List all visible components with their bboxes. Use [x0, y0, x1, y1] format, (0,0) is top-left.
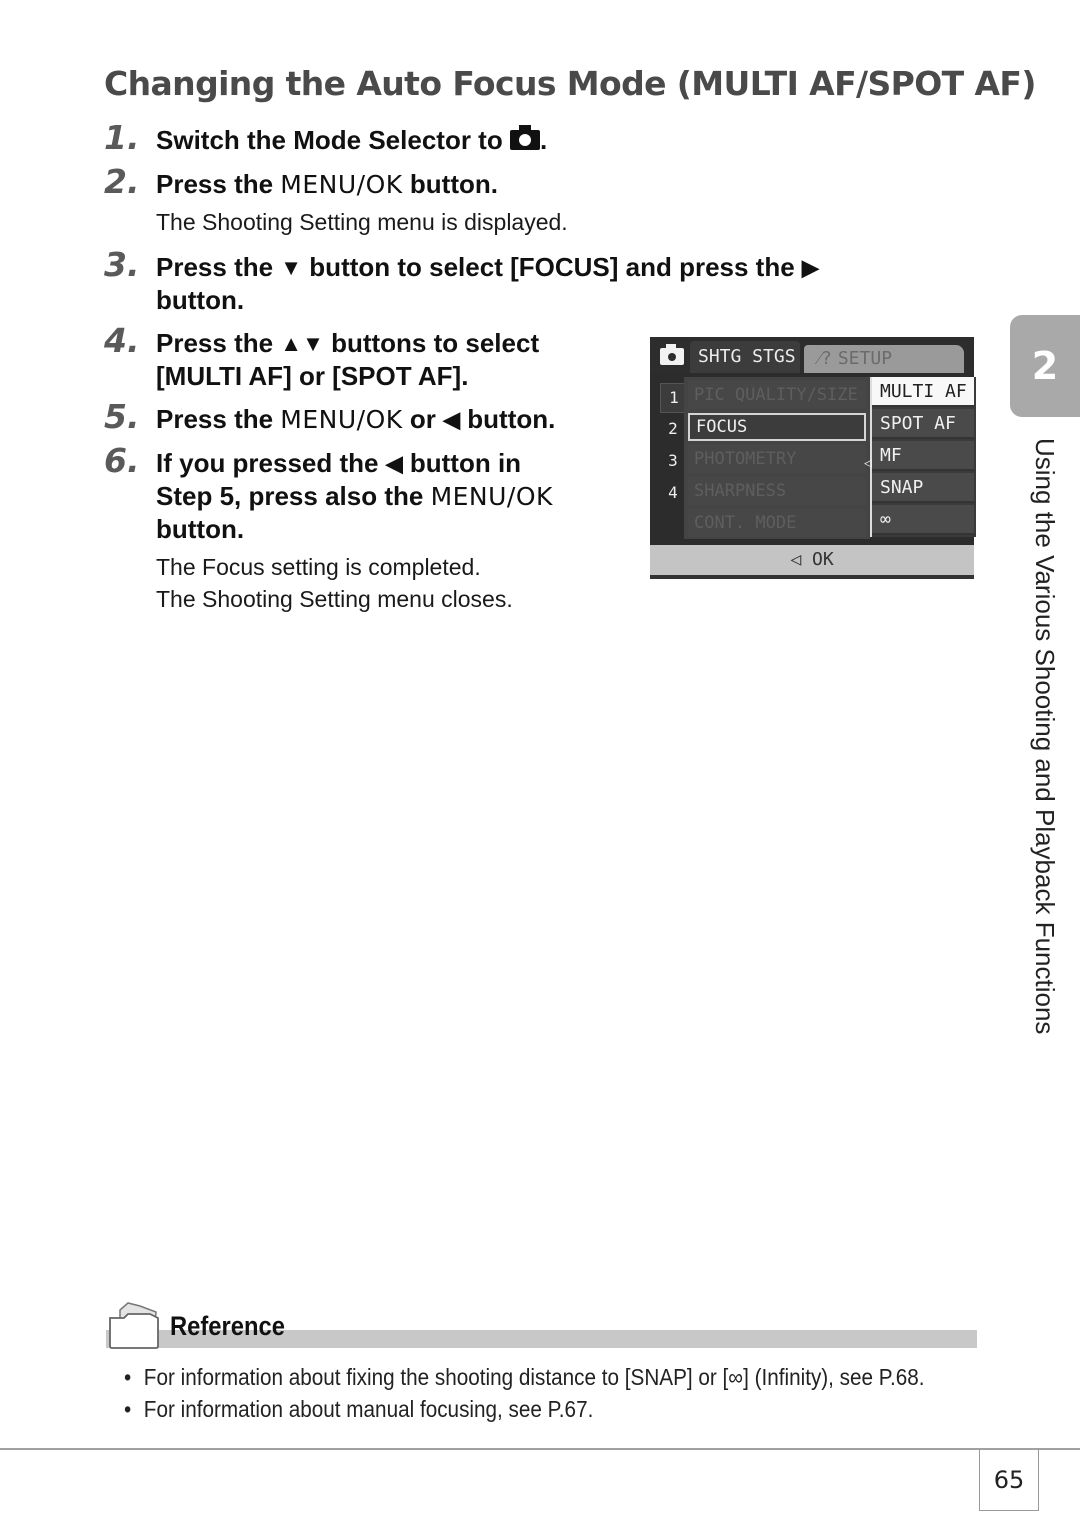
menu-page-number: 3	[668, 451, 678, 470]
option: SNAP	[872, 473, 974, 503]
step-number: 2.	[104, 162, 140, 201]
step-number: 5.	[104, 397, 140, 436]
page-title: Changing the Auto Focus Mode (MULTI AF/S…	[104, 64, 1036, 103]
left-arrow-icon: ◀	[443, 407, 461, 432]
camera-icon	[660, 344, 684, 365]
folder-icon	[109, 1302, 159, 1349]
step-6-note: The Focus setting is completed.	[156, 554, 481, 580]
menu-item: CONT. MODE	[688, 509, 866, 537]
left-arrow-icon: ◀	[385, 451, 403, 476]
down-arrow-icon: ▼	[280, 255, 303, 280]
option: ∞	[872, 505, 974, 535]
tab-shooting-settings: SHTG STGS	[690, 341, 800, 373]
menu-item-selected: FOCUS	[688, 413, 866, 441]
option: SPOT AF	[872, 409, 974, 439]
step-number: 6.	[104, 441, 140, 480]
step-number: 3.	[104, 245, 140, 284]
menu-item: PHOTOMETRY	[688, 445, 866, 473]
menu-item: SHARPNESS	[688, 477, 866, 505]
reference-item: • For information about manual focusing, …	[124, 1396, 594, 1422]
wrench-icon: ⁄?	[818, 348, 832, 369]
page-number: 65	[979, 1449, 1039, 1511]
menu-page-number: 1	[660, 383, 687, 413]
step-number: 4.	[104, 321, 140, 360]
menu-ok-key: MENU/OK	[280, 170, 403, 199]
step-2-note: The Shooting Setting menu is displayed.	[156, 209, 568, 235]
step-6-note: The Shooting Setting menu closes.	[156, 586, 513, 612]
reference-item: • For information about fixing the shooti…	[124, 1364, 925, 1390]
step-text: Switch the Mode Selector to	[156, 125, 510, 155]
menu-item: PIC QUALITY/SIZE	[688, 381, 866, 409]
menu-ok-key: MENU/OK	[430, 482, 553, 511]
step-number: 1.	[104, 118, 140, 157]
footer-divider	[0, 1448, 1080, 1450]
option: MF	[872, 441, 974, 471]
focus-options: MULTI AF SPOT AF MF SNAP ∞	[870, 377, 976, 537]
up-down-arrow-icon: ▲▼	[280, 331, 324, 356]
option-highlighted: MULTI AF	[872, 377, 974, 407]
chapter-title: Using the Various Shooting and Playback …	[1030, 438, 1060, 1035]
camera-icon	[509, 125, 540, 150]
menu-ok-key: MENU/OK	[280, 405, 403, 434]
menu-page-number: 4	[668, 483, 678, 502]
reference-heading: Reference	[170, 1311, 285, 1341]
camera-footer: ◁ OK	[650, 545, 974, 579]
right-arrow-icon: ▶	[801, 255, 819, 280]
chapter-tab[interactable]: 2	[1010, 315, 1080, 417]
left-arrow-icon: ◁	[864, 456, 872, 471]
tab-setup: ⁄? SETUP	[804, 345, 964, 373]
menu-page-number: 2	[668, 419, 678, 438]
camera-lcd-screenshot: SHTG STGS ⁄? SETUP 1 2 3 4 PIC QUALITY/SI…	[650, 337, 976, 579]
